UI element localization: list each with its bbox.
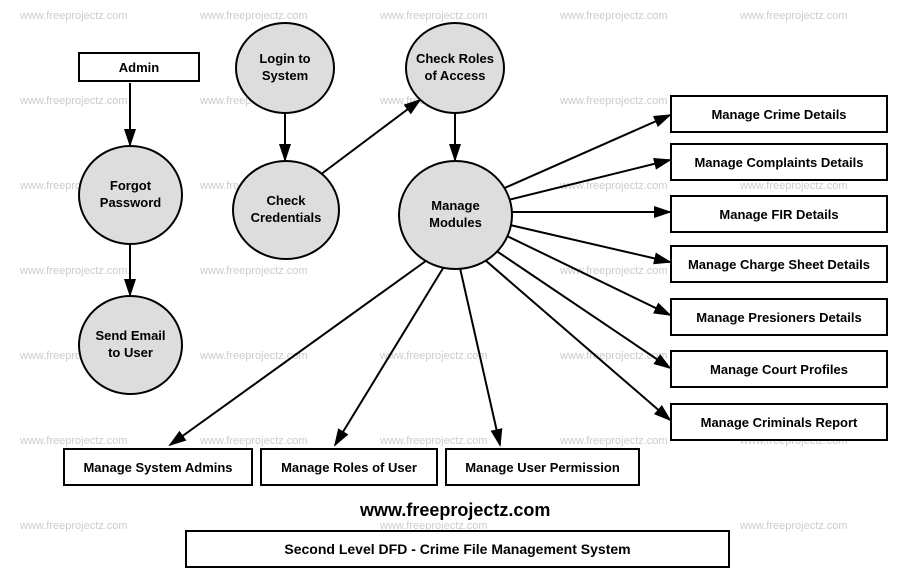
watermark: www.freeprojectz.com [20, 435, 128, 447]
send-email-circle: Send Email to User [78, 295, 183, 395]
check-roles-circle: Check Roles of Access [405, 22, 505, 114]
manage-court-rect: Manage Court Profiles [670, 350, 888, 388]
manage-criminals-rect: Manage Criminals Report [670, 403, 888, 441]
watermark: www.freeprojectz.com [560, 350, 668, 362]
watermark: www.freeprojectz.com [380, 350, 488, 362]
watermark: www.freeprojectz.com [560, 180, 668, 192]
watermark: www.freeprojectz.com [380, 435, 488, 447]
watermark: www.freeprojectz.com [740, 10, 848, 22]
manage-fir-rect: Manage FIR Details [670, 195, 888, 233]
watermark: www.freeprojectz.com [380, 10, 488, 22]
watermark: www.freeprojectz.com [560, 435, 668, 447]
watermark: www.freeprojectz.com [200, 435, 308, 447]
manage-system-admins-rect: Manage System Admins [63, 448, 253, 486]
watermark: www.freeprojectz.com [200, 350, 308, 362]
admin-rect: Admin [78, 52, 200, 82]
watermark: www.freeprojectz.com [560, 265, 668, 277]
watermark: www.freeprojectz.com [560, 10, 668, 22]
check-credentials-circle: Check Credentials [232, 160, 340, 260]
manage-charge-rect: Manage Charge Sheet Details [670, 245, 888, 283]
manage-prisoners-rect: Manage Presioners Details [670, 298, 888, 336]
manage-crime-rect: Manage Crime Details [670, 95, 888, 133]
login-circle: Login to System [235, 22, 335, 114]
watermark: www.freeprojectz.com [740, 180, 848, 192]
forgot-password-circle: Forgot Password [78, 145, 183, 245]
watermark: www.freeprojectz.com [20, 520, 128, 532]
watermark: www.freeprojectz.com [20, 10, 128, 22]
watermark: www.freeprojectz.com [20, 95, 128, 107]
manage-complaints-rect: Manage Complaints Details [670, 143, 888, 181]
watermark: www.freeprojectz.com [740, 520, 848, 532]
watermark: www.freeprojectz.com [560, 95, 668, 107]
manage-permission-rect: Manage User Permission [445, 448, 640, 486]
site-label: www.freeprojectz.com [360, 500, 550, 521]
watermark: www.freeprojectz.com [200, 10, 308, 22]
watermark: www.freeprojectz.com [20, 265, 128, 277]
manage-modules-circle: Manage Modules [398, 160, 513, 270]
watermark: www.freeprojectz.com [200, 265, 308, 277]
manage-roles-rect: Manage Roles of User [260, 448, 438, 486]
title-rect: Second Level DFD - Crime File Management… [185, 530, 730, 568]
